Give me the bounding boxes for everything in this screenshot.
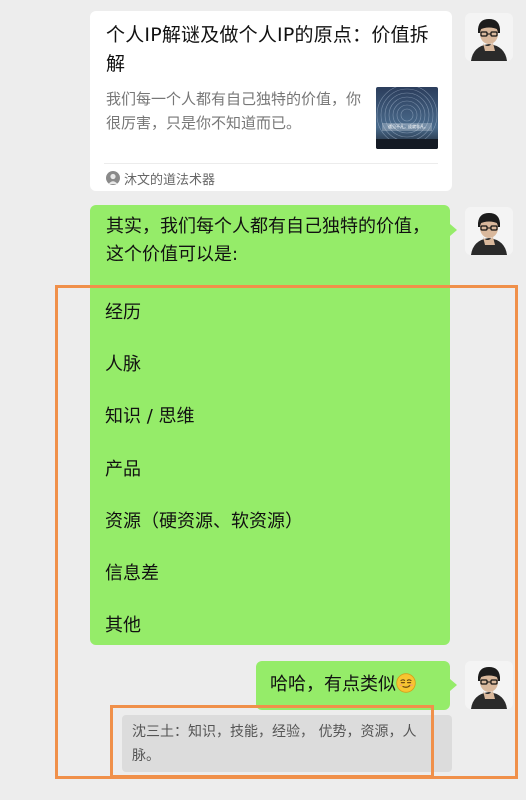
star-trail-image xyxy=(376,87,438,149)
article-thumbnail: 遇见不凡，成就非凡。 xyxy=(376,87,438,149)
user-avatar-icon xyxy=(465,13,513,61)
card-divider xyxy=(104,163,438,164)
thumbnail-caption: 遇见不凡，成就非凡。 xyxy=(388,124,428,129)
message-intro: 其实，我们每个人都有自己独特的价值，这个价值可以是: xyxy=(106,216,430,265)
source-avatar-icon xyxy=(106,171,120,185)
avatar[interactable] xyxy=(465,13,513,61)
article-source[interactable]: 沐文的道法术器 xyxy=(106,168,215,188)
highlight-box-quote xyxy=(110,705,434,778)
avatar[interactable] xyxy=(465,207,513,255)
article-description: 我们每一个人都有自己独特的价值，你很厉害，只是你不知道而已。 xyxy=(106,90,362,132)
article-title: 个人IP解谜及做个人IP的原点：价值拆解 xyxy=(106,24,429,75)
bubble-tail xyxy=(450,224,457,236)
user-avatar-icon xyxy=(465,207,513,255)
source-name: 沐文的道法术器 xyxy=(124,172,216,188)
shared-article-card[interactable]: 个人IP解谜及做个人IP的原点：价值拆解 我们每一个人都有自己独特的价值，你很厉… xyxy=(90,11,452,191)
